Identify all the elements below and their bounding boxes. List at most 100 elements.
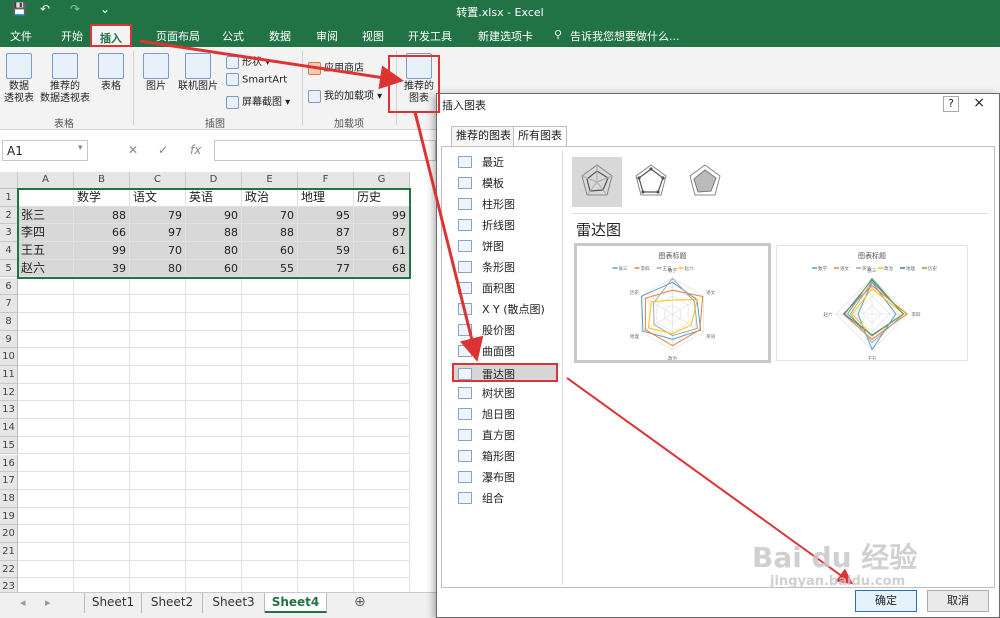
chart-type-item[interactable]: 曲面图	[458, 342, 515, 361]
grid-cell[interactable]	[242, 401, 298, 420]
grid-cell[interactable]	[18, 348, 74, 366]
chart-type-item[interactable]: 箱形图	[458, 447, 515, 466]
grid-cell[interactable]	[186, 366, 242, 384]
grid-cell[interactable]	[18, 560, 74, 579]
grid-cell[interactable]	[74, 560, 130, 579]
row-header[interactable]: 15	[0, 436, 18, 455]
chart-type-item[interactable]: 柱形图	[458, 195, 515, 214]
grid-cell[interactable]: 历史	[354, 189, 410, 207]
chart-type-item[interactable]: 最近	[458, 153, 504, 172]
grid-cell[interactable]	[74, 507, 130, 526]
grid-cell[interactable]	[74, 312, 130, 331]
radar-variant-markers[interactable]	[626, 157, 676, 207]
grid-cell[interactable]	[18, 472, 74, 490]
grid-cell[interactable]	[354, 489, 410, 508]
smartart-button[interactable]: SmartArt	[226, 73, 287, 86]
grid-cell[interactable]: 99	[354, 206, 410, 225]
grid-cell[interactable]	[74, 277, 130, 296]
row-header[interactable]: 14	[0, 419, 18, 437]
grid-cell[interactable]: 97	[130, 224, 186, 243]
row-header[interactable]: 17	[0, 472, 18, 490]
grid-cell[interactable]	[242, 366, 298, 384]
grid-cell[interactable]	[74, 436, 130, 455]
chart-type-item[interactable]: 条形图	[458, 258, 515, 277]
grid-cell[interactable]	[242, 525, 298, 543]
row-header[interactable]: 7	[0, 295, 18, 313]
my-addins-button[interactable]: 我的加载项 ▾	[308, 87, 382, 103]
grid-cell[interactable]	[130, 489, 186, 508]
row-header[interactable]: 10	[0, 348, 18, 366]
grid-cell[interactable]	[186, 543, 242, 561]
grid-cell[interactable]: 数学	[74, 189, 130, 207]
grid-cell[interactable]	[130, 472, 186, 490]
grid-cell[interactable]: 55	[242, 259, 298, 278]
grid-cell[interactable]: 88	[186, 224, 242, 243]
grid-cell[interactable]	[298, 419, 354, 437]
grid-cell[interactable]	[186, 578, 242, 592]
grid-cell[interactable]: 99	[74, 242, 130, 260]
grid-cell[interactable]: 王五	[18, 242, 74, 260]
grid-cell[interactable]	[354, 401, 410, 420]
row-header[interactable]: 9	[0, 330, 18, 349]
radar-variant-filled[interactable]	[680, 157, 730, 207]
row-header[interactable]: 23	[0, 578, 18, 592]
sheet-tab-4[interactable]: Sheet4	[265, 593, 327, 613]
row-header[interactable]: 11	[0, 366, 18, 384]
tab-review[interactable]: 审阅	[316, 28, 338, 44]
row-header[interactable]: 12	[0, 383, 18, 402]
tab-page-layout[interactable]: 页面布局	[156, 28, 200, 44]
row-header[interactable]: 3	[0, 224, 18, 243]
grid-cell[interactable]	[18, 330, 74, 349]
store-button[interactable]: 应用商店	[308, 59, 364, 75]
grid-cell[interactable]	[354, 295, 410, 313]
grid-cell[interactable]	[298, 295, 354, 313]
grid-cell[interactable]	[354, 419, 410, 437]
column-header[interactable]: F	[298, 172, 354, 189]
tab-formulas[interactable]: 公式	[222, 28, 244, 44]
grid-cell[interactable]: 66	[74, 224, 130, 243]
worksheet-grid[interactable]: A B C D E F G 1 数学 语文 英语 政治 地理 历史 2 张三 88 79 90 70 95 99 3 李四 66…	[0, 172, 440, 592]
grid-cell[interactable]	[186, 454, 242, 473]
row-header[interactable]: 19	[0, 507, 18, 526]
grid-cell[interactable]	[130, 277, 186, 296]
chart-type-item[interactable]: X Y (散点图)	[458, 300, 545, 319]
row-header[interactable]: 18	[0, 489, 18, 508]
grid-cell[interactable]	[186, 436, 242, 455]
grid-cell[interactable]: 68	[354, 259, 410, 278]
tab-insert[interactable]: 插入	[90, 24, 132, 47]
grid-cell[interactable]	[354, 366, 410, 384]
grid-cell[interactable]	[298, 330, 354, 349]
ok-button[interactable]: 确定	[855, 590, 917, 612]
grid-cell[interactable]: 70	[130, 242, 186, 260]
grid-cell[interactable]: 70	[242, 206, 298, 225]
tab-all-charts[interactable]: 所有图表	[513, 126, 567, 147]
chart-type-item[interactable]: 雷达图	[452, 363, 558, 382]
grid-cell[interactable]	[298, 277, 354, 296]
grid-cell[interactable]	[298, 401, 354, 420]
grid-cell[interactable]	[74, 330, 130, 349]
row-header[interactable]: 13	[0, 401, 18, 420]
row-header[interactable]: 20	[0, 525, 18, 543]
grid-cell[interactable]	[242, 312, 298, 331]
grid-cell[interactable]	[18, 189, 74, 207]
grid-cell[interactable]	[186, 419, 242, 437]
grid-cell[interactable]: 59	[298, 242, 354, 260]
grid-cell[interactable]: 赵六	[18, 259, 74, 278]
grid-cell[interactable]	[298, 454, 354, 473]
grid-cell[interactable]: 地理	[298, 189, 354, 207]
grid-cell[interactable]	[130, 543, 186, 561]
row-header[interactable]: 22	[0, 560, 18, 579]
grid-cell[interactable]	[18, 489, 74, 508]
row-header[interactable]: 8	[0, 312, 18, 331]
preview-chart-2[interactable]: 图表标题 数学 语文 英语 政治 地理 历史 张三 李四 王五 赵六	[776, 245, 968, 362]
row-header[interactable]: 5	[0, 259, 18, 278]
cancel-icon[interactable]: ✕	[128, 143, 138, 157]
tab-view[interactable]: 视图	[362, 28, 384, 44]
grid-cell[interactable]: 语文	[130, 189, 186, 207]
table-button[interactable]: 表格	[96, 53, 126, 93]
grid-cell[interactable]	[130, 560, 186, 579]
grid-cell[interactable]	[298, 560, 354, 579]
picture-button[interactable]: 图片	[140, 53, 172, 93]
grid-cell[interactable]	[242, 348, 298, 366]
grid-cell[interactable]	[18, 507, 74, 526]
